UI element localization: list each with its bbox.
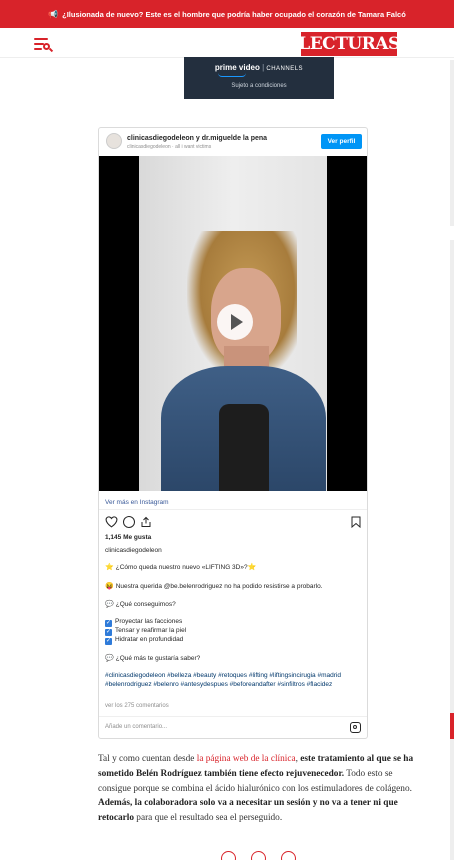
prime-video-ad[interactable]: prime video | CHANNELS Sujeto a condicio… xyxy=(184,57,334,99)
post-author[interactable]: clinicasdiegodeleon xyxy=(105,547,162,554)
view-profile-button[interactable]: Ver perfil xyxy=(321,134,362,149)
instagram-video[interactable] xyxy=(99,156,367,491)
article-text: Tal y como cuentan desde xyxy=(98,754,197,764)
speech-bubble-icon: 💬 xyxy=(105,601,114,608)
ad-brand: prime video xyxy=(214,63,260,72)
checkmark-icon: ✓ xyxy=(105,629,112,636)
caption-line-2: 😝 Nuestra querida @be.belenrodriguez no h… xyxy=(105,583,323,590)
menu-search-icon[interactable] xyxy=(34,38,54,53)
checklist-item: ✓ Proyectar las facciones xyxy=(105,618,183,627)
avatar[interactable] xyxy=(106,133,122,149)
star-icon: ⭐ xyxy=(105,564,114,571)
smile-emoji-icon: 😝 xyxy=(105,583,114,590)
ad-channel: CHANNELS xyxy=(266,66,304,72)
star-icon: ⭐ xyxy=(247,564,257,571)
site-header: LECTURAS xyxy=(0,28,454,58)
video-subject-shirt xyxy=(219,404,269,491)
side-ad-strip xyxy=(450,60,454,226)
clinic-website-link[interactable]: la página web de la clínica xyxy=(197,754,296,764)
instagram-username[interactable]: clinicasdiegodeleon y dr.miguelde la pen… xyxy=(127,135,267,142)
top-news-text[interactable]: ¿Ilusionada de nuevo? Este es el hombre … xyxy=(62,10,406,19)
checkmark-icon: ✓ xyxy=(105,638,112,645)
site-logo[interactable]: LECTURAS xyxy=(298,32,400,56)
megaphone-icon: 📢 xyxy=(48,9,59,19)
ad-brand-line: prime video | CHANNELS xyxy=(214,63,304,72)
caption-line-3: 💬 ¿Qué conseguimos? xyxy=(105,601,176,608)
divider xyxy=(99,509,367,510)
instagram-subtitle: clinicasdiegodeleon · all i want victims xyxy=(127,144,212,150)
checkmark-icon: ✓ xyxy=(105,620,112,627)
add-comment-bar[interactable]: Añade un comentario... xyxy=(99,716,367,738)
instagram-embed: clinicasdiegodeleon y dr.miguelde la pen… xyxy=(98,127,368,739)
pinterest-share-icon[interactable] xyxy=(281,851,296,860)
view-more-link[interactable]: Ver más en Instagram xyxy=(105,499,169,506)
article-text: para que el resultado sea el perseguido. xyxy=(133,813,283,824)
caption-line-1: ⭐ ¿Cómo queda nuestro nuevo «LIFTING 3D»?… xyxy=(105,564,257,571)
checklist-item: ✓ Hidratar en profundidad xyxy=(105,636,184,645)
top-news-banner[interactable]: 📢 ¿Ilusionada de nuevo? Este es el hombr… xyxy=(0,0,454,28)
twitter-share-icon[interactable] xyxy=(251,851,266,860)
add-comment-input[interactable]: Añade un comentario... xyxy=(105,724,167,730)
hashtags[interactable]: #clinicasdiegodeleon #belleza #beauty #r… xyxy=(105,671,361,689)
speech-bubble-icon: 💬 xyxy=(105,655,114,662)
instagram-actions xyxy=(105,516,363,530)
instagram-icon[interactable] xyxy=(350,722,361,733)
play-icon[interactable] xyxy=(217,304,253,340)
amazon-smile-icon xyxy=(218,73,246,77)
share-icon[interactable] xyxy=(140,516,152,528)
ad-conditions: Sujeto a condiciones xyxy=(231,83,287,89)
checklist-item: ✓ Tensar y reafirmar la piel xyxy=(105,627,187,636)
comment-icon[interactable] xyxy=(123,516,135,528)
side-ad-red-tab[interactable] xyxy=(450,713,454,739)
view-comments-link[interactable]: ver los 275 comentarios xyxy=(105,703,169,709)
likes-count[interactable]: 1,145 Me gusta xyxy=(105,534,151,541)
caption-line-4: 💬 ¿Qué más te gustaría saber? xyxy=(105,655,201,662)
article-paragraph: Tal y como cuentan desde la página web d… xyxy=(98,752,420,826)
side-ad-strip-2 xyxy=(450,240,454,860)
bookmark-icon[interactable] xyxy=(351,516,361,528)
heart-icon[interactable] xyxy=(105,516,118,528)
facebook-share-icon[interactable] xyxy=(221,851,236,860)
instagram-header: clinicasdiegodeleon y dr.miguelde la pen… xyxy=(99,128,367,156)
